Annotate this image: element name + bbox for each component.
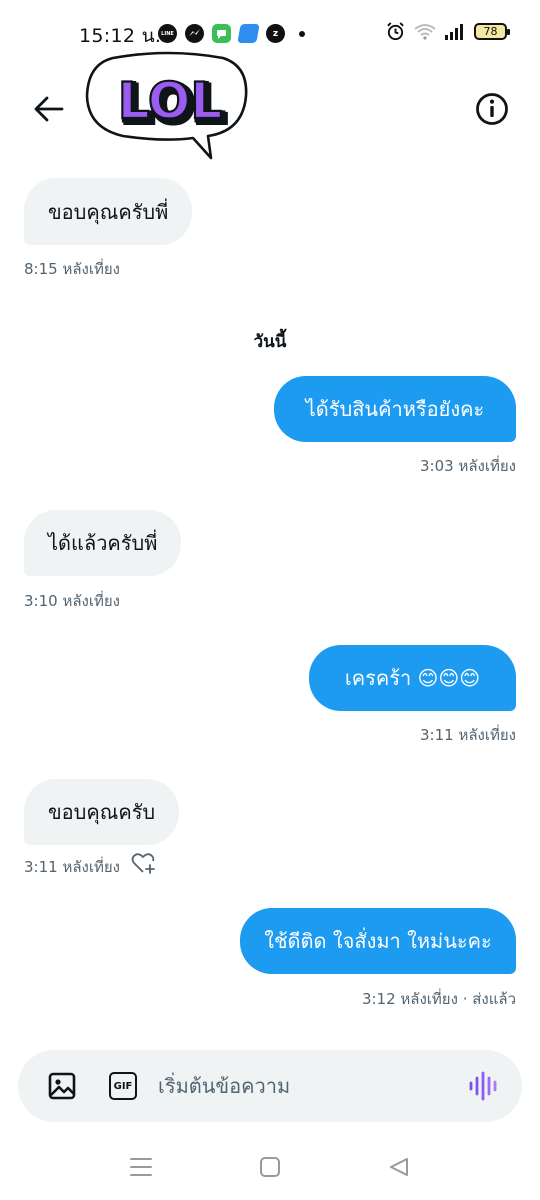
message-bubble-outgoing[interactable]: ใช้ดีติด ใจสั่งมา ใหม่นะคะ bbox=[240, 908, 516, 974]
wifi-icon bbox=[414, 24, 436, 40]
heart-plus-react-icon[interactable] bbox=[131, 851, 157, 875]
message-timestamp: 3:03 หลังเที่ยง bbox=[420, 457, 516, 475]
signal-icon bbox=[445, 23, 463, 40]
menu-icon[interactable] bbox=[129, 1156, 153, 1178]
gif-button[interactable]: GIF bbox=[109, 1072, 137, 1100]
message-timestamp: 3:11 หลังเที่ยง bbox=[420, 726, 516, 744]
alarm-icon bbox=[387, 22, 404, 41]
message-timestamp: 3:12 หลังเที่ยง · ส่งแล้ว bbox=[361, 990, 516, 1008]
line-icon: LINE bbox=[158, 24, 177, 43]
message-timestamp: 3:10 หลังเที่ยง bbox=[24, 592, 120, 610]
battery-icon: 78 bbox=[474, 23, 510, 40]
message-composer: GIF bbox=[18, 1050, 522, 1122]
more-dot-icon bbox=[299, 30, 305, 37]
home-icon[interactable] bbox=[259, 1156, 281, 1178]
info-icon bbox=[476, 93, 508, 125]
status-app-icons: LINE z bbox=[158, 24, 305, 43]
status-system-icons: 78 bbox=[386, 22, 510, 41]
message-bubble-outgoing[interactable]: เครคร้า 😊😊😊 bbox=[309, 645, 516, 711]
message-bubble-outgoing[interactable]: ได้รับสินค้าหรือยังคะ bbox=[274, 376, 516, 442]
message-timestamp: 8:15 หลังเที่ยง bbox=[24, 260, 120, 278]
voice-message-button[interactable] bbox=[466, 1070, 500, 1102]
back-button[interactable] bbox=[30, 90, 68, 128]
status-bar: 15:12 น. LINE z 78 bbox=[0, 0, 540, 66]
message-input[interactable] bbox=[158, 1070, 438, 1102]
message-bubble-incoming[interactable]: ได้แล้วครับพี่ bbox=[24, 510, 182, 576]
arrow-left-icon bbox=[34, 96, 64, 122]
message-bubble-incoming[interactable]: ขอบคุณครับพี่ bbox=[24, 178, 193, 245]
message-timestamp: 3:11 หลังเที่ยง bbox=[24, 858, 120, 876]
back-triangle-icon[interactable] bbox=[387, 1156, 411, 1178]
image-icon[interactable] bbox=[48, 1072, 76, 1100]
message-bubble-incoming[interactable]: ขอบคุณครับ bbox=[24, 779, 180, 845]
logo-text: LOL bbox=[118, 72, 222, 130]
system-nav-bar bbox=[0, 1140, 540, 1200]
conversation-info-button[interactable] bbox=[472, 89, 512, 129]
voice-wave-icon bbox=[469, 1071, 497, 1101]
lol-sticker-logo[interactable]: LOL LOL LOL bbox=[83, 46, 253, 164]
messenger-icon bbox=[185, 24, 204, 43]
day-divider: วันนี้ bbox=[253, 332, 287, 352]
blue-app-icon bbox=[237, 24, 260, 43]
messages-icon bbox=[212, 24, 231, 43]
z-app-icon: z bbox=[266, 24, 285, 43]
